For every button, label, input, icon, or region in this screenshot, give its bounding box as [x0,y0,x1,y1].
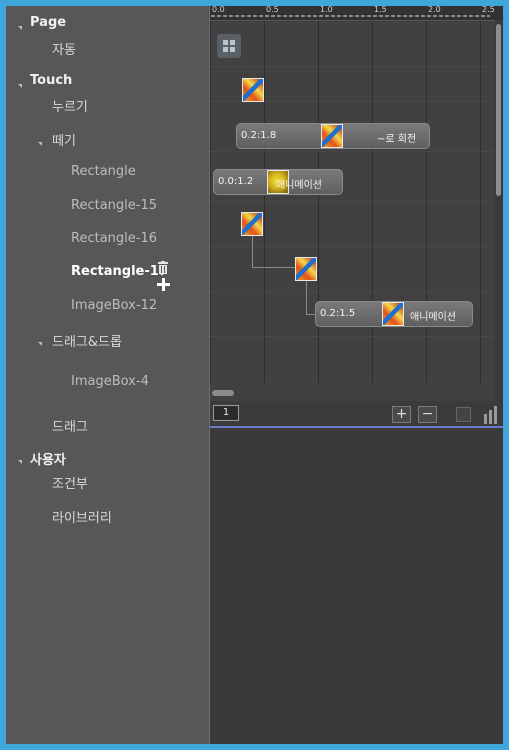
connector-line [252,236,253,268]
row-separator [210,66,495,67]
toggle-button[interactable] [456,407,471,422]
row-separator [210,336,495,337]
tree-item-library[interactable]: 라이브러리 [52,507,112,526]
time-gridline [264,21,265,383]
tree-item-release[interactable]: 떼기 [52,130,76,149]
timeline-panel: 0.0 0.5 1.0 1.5 2.0 2.5 0.2:1.8 ~로 회전 0.… [210,6,503,426]
image-thumbnail-icon[interactable] [242,78,264,102]
tree-item-imagebox-4[interactable]: ImageBox-4 [71,374,149,389]
expand-triangle-icon[interactable] [38,342,42,346]
tree-item-rectangle-15[interactable]: Rectangle-15 [71,198,157,213]
timeline-clip[interactable]: 0.2:1.8 ~로 회전 [236,123,430,149]
timeline-clip[interactable]: 0.2:1.5 애니메이션 [315,301,473,327]
clip-time: 0.2:1.8 [241,130,277,141]
ruler-label: 0.0 [212,6,225,14]
vertical-scrollbar[interactable] [495,20,503,426]
tree-item-rectangle-16[interactable]: Rectangle-16 [71,231,157,246]
expand-triangle-icon[interactable] [18,26,22,30]
trash-icon[interactable] [157,261,169,277]
image-thumbnail-icon [321,124,343,148]
connector-line [306,281,307,314]
tree-item-touch[interactable]: Touch [30,73,72,88]
app-window: Page 자동 Touch 누르기 떼기 Rectangle Rectangle… [6,6,503,744]
connector-line [252,267,295,268]
grid-icon[interactable] [217,34,241,58]
tree-item-rectangle[interactable]: Rectangle [71,164,136,179]
row-separator [210,291,495,292]
image-thumbnail-icon[interactable] [295,257,317,281]
tree-item-user[interactable]: 사용자 [30,449,66,468]
vertical-scrollbar-thumb[interactable] [496,24,501,196]
time-gridline [480,21,481,383]
image-thumbnail-icon[interactable] [241,212,263,236]
tree-item-auto[interactable]: 자동 [52,39,76,58]
time-gridline [210,21,211,383]
tree-item-rectangle-17[interactable]: Rectangle-17 [71,264,168,279]
page-number-field[interactable]: 1 [213,405,239,421]
ruler-ticks [210,15,490,17]
plus-icon[interactable] [157,278,170,294]
tree-item-drag[interactable]: 드래그 [52,416,88,435]
ruler-label: 0.5 [266,6,279,14]
event-tree-panel: Page 자동 Touch 누르기 떼기 Rectangle Rectangle… [6,6,210,744]
clip-name: ~로 회전 [377,134,417,145]
timeline-toolbar: 1 + − [210,401,503,426]
add-button[interactable]: + [392,406,411,423]
time-gridline [318,21,319,383]
expand-triangle-icon[interactable] [18,460,22,464]
clip-name: 애니메이션 [276,180,322,191]
time-ruler[interactable]: 0.0 0.5 1.0 1.5 2.0 2.5 [210,6,503,21]
horizontal-scrollbar[interactable] [212,390,234,396]
tree-item-press[interactable]: 누르기 [52,96,88,115]
time-gridline [372,21,373,383]
clip-time: 0.0:1.2 [218,176,254,187]
expand-triangle-icon[interactable] [38,142,42,146]
properties-panel [210,428,503,744]
ruler-label: 1.0 [320,6,333,14]
timeline-clip[interactable]: 0.0:1.2 애니메이션 [213,169,343,195]
tree-item-page[interactable]: Page [30,15,66,30]
clip-name: 애니메이션 [410,312,456,323]
tree-item-conditional[interactable]: 조건부 [52,473,88,492]
row-separator [210,151,495,152]
ruler-label: 2.5 [482,6,495,14]
clip-time: 0.2:1.5 [320,308,356,319]
row-separator [210,201,495,202]
tree-item-drag-drop[interactable]: 드래그&드롭 [52,331,122,350]
ruler-label: 1.5 [374,6,387,14]
expand-triangle-icon[interactable] [18,84,22,88]
image-thumbnail-icon [382,302,404,326]
tree-item-imagebox-12[interactable]: ImageBox-12 [71,298,157,313]
ruler-label: 2.0 [428,6,441,14]
time-gridline [426,21,427,383]
bar-chart-icon[interactable] [482,406,500,424]
remove-button[interactable]: − [418,406,437,423]
